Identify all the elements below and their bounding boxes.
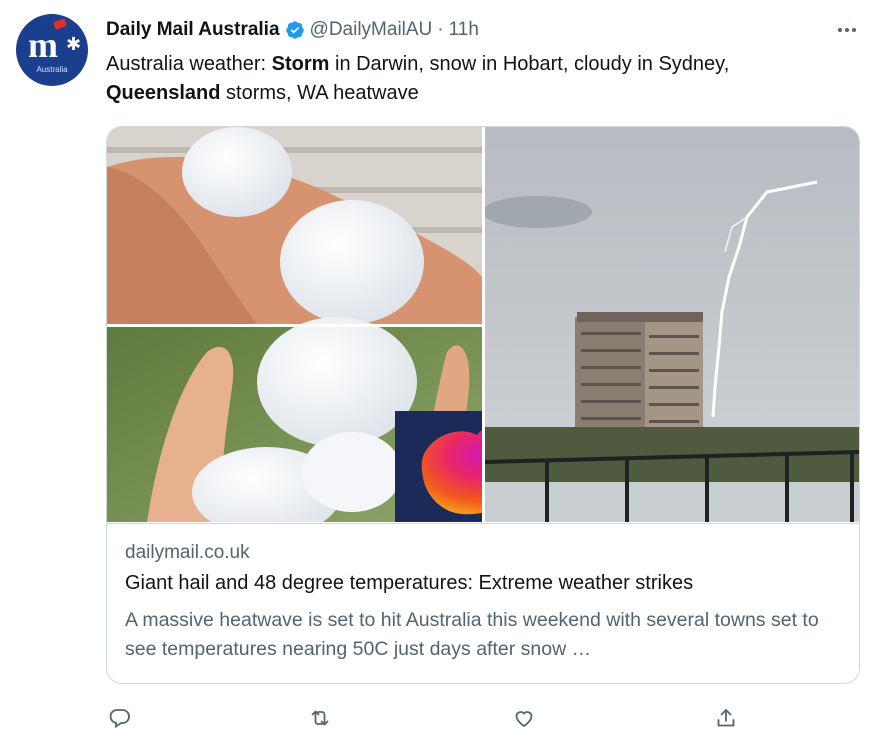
more-options-icon[interactable] <box>832 18 862 42</box>
retweet-icon[interactable] <box>306 704 334 732</box>
card-image[interactable] <box>107 127 859 522</box>
link-card[interactable]: dailymail.co.uk Giant hail and 48 degree… <box>106 126 860 684</box>
card-description: A massive heatwave is set to hit Austral… <box>125 609 819 660</box>
avatar-star-icon: ✱ <box>66 34 82 54</box>
share-icon[interactable] <box>712 704 740 732</box>
avatar-logo: m <box>28 25 58 65</box>
timestamp[interactable]: 11h <box>449 19 479 41</box>
card-title: Giant hail and 48 degree temperatures: E… <box>125 572 694 594</box>
tweet-actions <box>106 704 756 732</box>
card-domain: dailymail.co.uk <box>125 542 250 563</box>
display-name[interactable]: Daily Mail Australia <box>106 19 280 41</box>
verified-badge-icon <box>285 21 304 39</box>
reply-icon[interactable] <box>106 704 134 732</box>
card-image-collage <box>107 127 859 522</box>
lightning-panel <box>482 127 859 522</box>
tweet-header: Daily Mail Australia @DailyMailAU · 11h <box>106 17 479 43</box>
avatar[interactable]: m ✱ Australia <box>16 14 88 86</box>
hail-in-hand-panel <box>107 127 482 324</box>
like-icon[interactable] <box>510 704 538 732</box>
tweet-text: Australia weather: Storm in Darwin, snow… <box>106 53 730 104</box>
card-meta[interactable]: dailymail.co.uk Giant hail and 48 degree… <box>107 523 859 683</box>
separator-dot: · <box>437 19 444 40</box>
handle[interactable]: @DailyMailAU <box>310 19 433 41</box>
bold-storm: Storm <box>271 53 330 75</box>
bold-queensland: Queensland <box>106 82 221 104</box>
avatar-subtitle: Australia <box>36 65 68 74</box>
